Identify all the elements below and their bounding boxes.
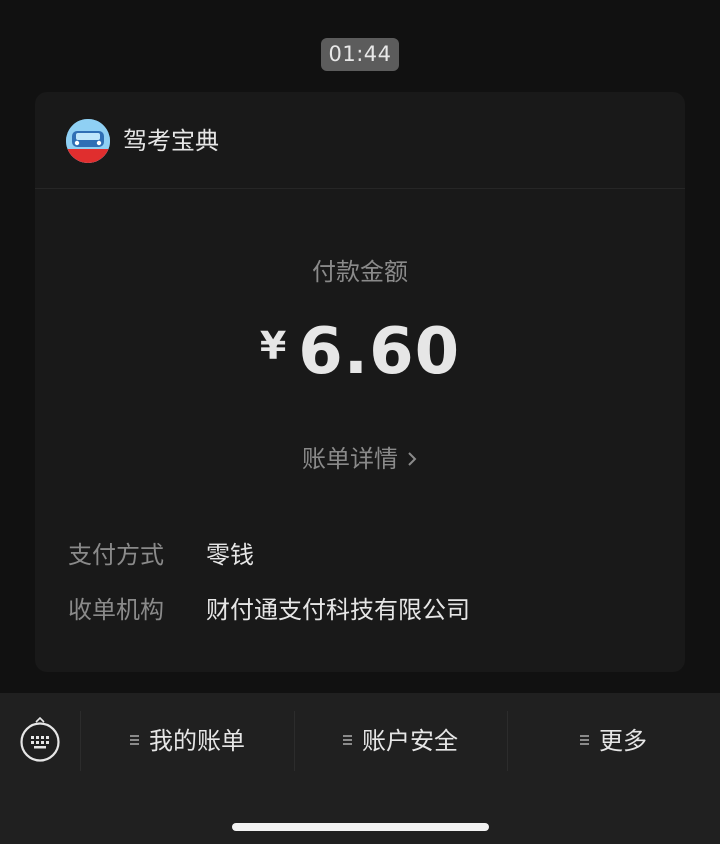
menu-my-bills-label: 我的账单 bbox=[149, 727, 245, 755]
menu-more[interactable]: 更多 bbox=[507, 693, 720, 789]
menu-account-security-label: 账户安全 bbox=[362, 727, 458, 755]
bill-detail-link[interactable]: 账单详情 bbox=[35, 442, 685, 477]
home-indicator[interactable] bbox=[232, 823, 489, 831]
menu-account-security[interactable]: 账户安全 bbox=[294, 693, 507, 789]
currency-symbol: ¥ bbox=[259, 324, 287, 368]
menu-more-label: 更多 bbox=[599, 727, 647, 755]
menu-lines-icon bbox=[580, 735, 589, 745]
menu-lines-icon bbox=[343, 735, 352, 745]
acquirer-key: 收单机构 bbox=[68, 596, 164, 624]
acquirer-row: 收单机构 财付通支付科技有限公司 bbox=[68, 592, 668, 628]
payment-method-key: 支付方式 bbox=[68, 541, 164, 569]
merchant-name: 驾考宝典 bbox=[123, 127, 219, 155]
chat-screen: 01:44 驾考宝典 付款金额 ¥6.60 账单详情 支付方式 零钱 收单机构 … bbox=[0, 0, 720, 844]
acquirer-value: 财付通支付科技有限公司 bbox=[206, 596, 470, 624]
menu-my-bills[interactable]: 我的账单 bbox=[81, 693, 294, 789]
payment-method-value: 零钱 bbox=[206, 541, 254, 569]
card-header: 驾考宝典 bbox=[35, 92, 685, 189]
chevron-right-icon bbox=[406, 443, 418, 477]
payment-method-row: 支付方式 零钱 bbox=[68, 537, 668, 573]
amount-label: 付款金额 bbox=[312, 258, 408, 286]
keyboard-toggle-button[interactable] bbox=[0, 693, 80, 789]
amount-display: ¥6.60 bbox=[35, 312, 685, 392]
keyboard-icon bbox=[20, 717, 60, 762]
amount-value: 6.60 bbox=[298, 315, 461, 389]
payment-notification-card[interactable]: 驾考宝典 付款金额 ¥6.60 账单详情 支付方式 零钱 收单机构 财付通支付科… bbox=[35, 92, 685, 672]
bill-detail-label: 账单详情 bbox=[302, 445, 398, 473]
message-timestamp: 01:44 bbox=[321, 38, 399, 71]
menu-lines-icon bbox=[130, 735, 139, 745]
car-app-logo-icon bbox=[66, 119, 110, 163]
service-menu-bar: 我的账单 账户安全 更多 bbox=[0, 693, 720, 844]
